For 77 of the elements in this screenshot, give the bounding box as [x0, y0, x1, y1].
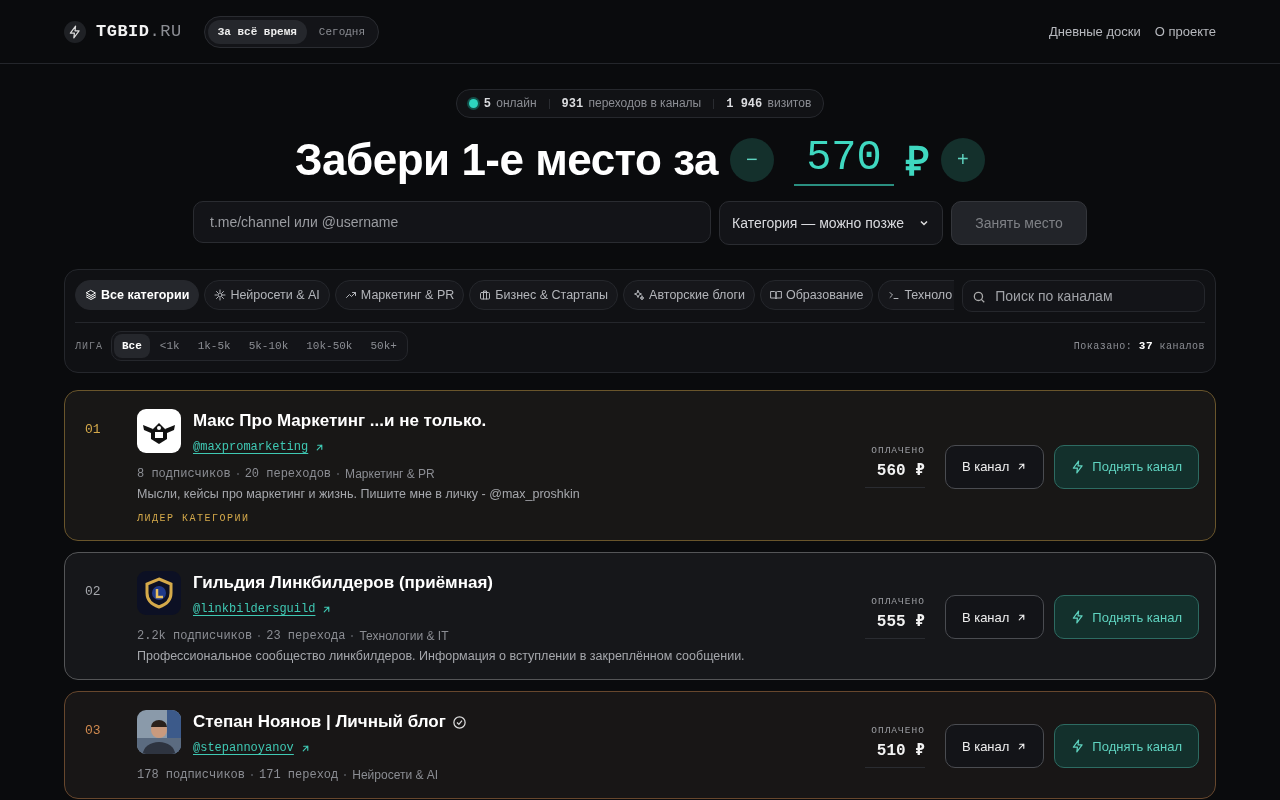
channel-link[interactable]: @maxpromarketing: [193, 440, 309, 454]
category-text: Нейросети & AI: [352, 768, 439, 782]
category-chip[interactable]: Нейросети & AI: [204, 280, 330, 310]
stat-text: 178 подписчиков: [137, 768, 246, 782]
online-indicator: [468, 99, 478, 108]
period-tab[interactable]: Сегодня: [308, 19, 376, 44]
open-channel-button[interactable]: В канал: [944, 595, 1045, 639]
paid-label: ОПЛАЧЕНО: [871, 724, 925, 736]
stat-text: 931 переходов в каналы: [561, 96, 702, 111]
league-tab[interactable]: 10k-50k: [298, 334, 361, 358]
category-chip[interactable]: Маркетинг & PR: [334, 280, 465, 310]
hero-title: Забери 1-е место за: [295, 134, 718, 185]
league-tab[interactable]: 1k-5k: [189, 334, 239, 358]
channel-description: Профессиональное сообщество линкбилдеров. Информация о вступлении в закреплённом сообщении.: [137, 649, 746, 663]
league-tab[interactable]: <1k: [151, 334, 188, 358]
currency-sign: ₽: [905, 138, 929, 185]
book-icon: [769, 289, 782, 301]
league-tab[interactable]: 5k-10k: [240, 334, 297, 358]
category-chip[interactable]: Все категории: [75, 280, 200, 310]
paid-amount: 555 ₽: [876, 611, 925, 631]
price-field[interactable]: 570: [793, 133, 894, 186]
category-chip[interactable]: Техноло: [878, 280, 955, 310]
shown-count: Показано: 37 каналов: [1073, 340, 1205, 352]
sparkles-icon: [633, 289, 646, 301]
briefcase-icon: [479, 289, 492, 301]
channel-input-field[interactable]: t.me/channel или @username: [193, 201, 711, 243]
channel-link[interactable]: @stepannoyanov: [193, 741, 294, 755]
decrease-button[interactable]: −: [729, 137, 774, 182]
search-field[interactable]: Поиск по каналам: [962, 280, 1205, 312]
channel-name: Степан Ноянов | Личный блог: [193, 712, 446, 732]
rank-number: 03: [85, 722, 102, 740]
paid-amount: 510 ₽: [876, 740, 925, 760]
league-tab[interactable]: Все: [114, 334, 150, 358]
terminal-icon: [888, 289, 901, 301]
rank-number: 01: [85, 421, 102, 439]
paid-amount: 560 ₽: [876, 461, 925, 480]
boost-button[interactable]: Поднять канал: [1054, 444, 1199, 489]
trend-icon: [344, 289, 357, 301]
league-tab[interactable]: 50k+: [362, 334, 405, 358]
search-icon: [972, 290, 987, 304]
stat-text: 171 переход: [259, 768, 339, 782]
period-tab[interactable]: За всё время: [207, 19, 307, 44]
logo-icon: [64, 20, 86, 43]
stat-text: 5 онлайн: [483, 96, 537, 111]
stat-text: 23 перехода: [266, 629, 346, 643]
increase-button[interactable]: +: [940, 137, 985, 182]
boost-button[interactable]: Поднять канал: [1054, 595, 1199, 639]
rank-number: 02: [85, 583, 102, 601]
category-text: Маркетинг & PR: [345, 467, 435, 481]
open-channel-button[interactable]: В канал: [944, 444, 1045, 489]
gear-icon: [214, 289, 227, 301]
category-chip[interactable]: Образование: [759, 280, 874, 310]
paid-label: ОПЛАЧЕНО: [871, 445, 925, 456]
category-select[interactable]: Категория — можно позже: [719, 201, 943, 245]
leader-label: ЛИДЕР КАТЕГОРИИ: [137, 513, 251, 524]
stat-text: 20 переходов: [244, 467, 332, 481]
nav-link[interactable]: Дневные доски: [1048, 24, 1141, 39]
site-logo[interactable]: TGBID.RU: [96, 22, 182, 41]
channel-name: Макс Про Маркетинг ...и не только.: [193, 411, 487, 431]
lightning-icon: [1071, 610, 1086, 624]
category-chip[interactable]: Авторские блоги: [623, 280, 755, 310]
category-text: Технологии & IT: [359, 629, 449, 643]
layers-icon: [85, 289, 97, 301]
nav-link[interactable]: О проекте: [1154, 24, 1216, 39]
open-channel-button[interactable]: В канал: [944, 724, 1045, 768]
paid-label: ОПЛАЧЕНО: [871, 595, 925, 607]
boost-button[interactable]: Поднять канал: [1054, 724, 1199, 768]
stat-text: 2.2k подписчиков: [137, 629, 253, 643]
league-label: ЛИГА: [75, 340, 103, 352]
channel-link[interactable]: @linkbildersguild: [193, 602, 316, 616]
lightning-icon: [1071, 739, 1086, 753]
lightning-icon: [1071, 459, 1086, 474]
channel-description: Мысли, кейсы про маркетинг и жизнь. Пишите мне в личку - @max_proshkin: [137, 487, 581, 501]
channel-name: Гильдия Линкбилдеров (приёмная): [193, 573, 493, 593]
stat-text: 8 подписчиков: [137, 467, 231, 481]
stat-text: 1 946 визитов: [726, 96, 812, 111]
category-chip[interactable]: Бизнес & Стартапы: [469, 280, 619, 310]
